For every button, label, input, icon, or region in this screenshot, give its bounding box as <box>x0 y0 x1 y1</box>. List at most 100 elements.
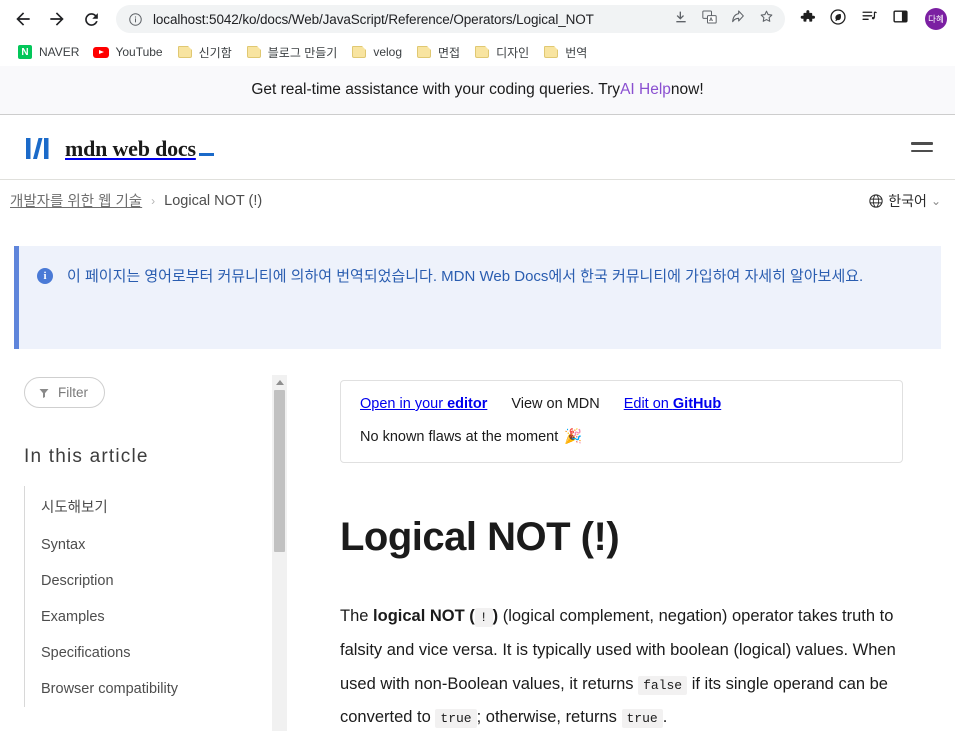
folder-icon <box>177 44 193 60</box>
forward-button[interactable] <box>42 4 72 34</box>
bookmark-item[interactable]: YouTube <box>86 41 169 63</box>
toc-item[interactable]: Syntax <box>25 527 287 563</box>
ai-banner-text-after: now! <box>670 81 704 98</box>
breadcrumb-separator-icon: › <box>151 193 156 208</box>
globe-icon <box>868 193 884 209</box>
address-bar[interactable]: localhost:5042/ko/docs/Web/JavaScript/Re… <box>116 5 785 33</box>
info-circle-icon[interactable] <box>128 12 143 27</box>
inline-code: false <box>638 675 688 695</box>
page-viewport: Get real-time assistance with your codin… <box>0 66 955 732</box>
translate-icon[interactable] <box>701 9 718 30</box>
filter-label: Filter <box>58 385 88 400</box>
breadcrumb: 개발자를 위한 웹 기술 › Logical NOT (!) 한국어 ⌄ <box>0 180 955 221</box>
omnibox-action-icons <box>673 8 775 30</box>
back-arrow-icon <box>16 12 30 26</box>
bookmark-label: NAVER <box>39 45 80 59</box>
bookmark-label: 번역 <box>565 45 588 60</box>
edit-on-strong: GitHub <box>672 396 722 412</box>
inline-code: ! <box>474 608 493 627</box>
naver-icon: N <box>17 44 33 60</box>
toc-item[interactable]: Specifications <box>25 635 287 671</box>
page-title: Logical NOT (!) <box>340 515 620 559</box>
scroll-up-arrow-icon[interactable] <box>272 375 287 390</box>
reload-button[interactable] <box>76 4 106 34</box>
share-icon[interactable] <box>730 9 746 30</box>
leaf-shield-icon[interactable] <box>829 8 847 31</box>
inline-code: true <box>621 709 663 729</box>
edit-on-prefix: Edit on <box>623 396 673 412</box>
folder-icon <box>474 44 490 60</box>
scrollbar-thumb[interactable] <box>274 390 285 552</box>
language-label: 한국어 <box>888 192 927 209</box>
puzzle-extension-icon[interactable] <box>799 8 816 30</box>
mdn-site-header: mdn web docs <box>0 115 955 180</box>
folder-icon <box>543 44 559 60</box>
folder-icon <box>351 44 367 60</box>
toolbox-links-row: Open in your editor View on MDN Edit on … <box>360 396 883 412</box>
bookmark-label: 신기함 <box>198 45 232 60</box>
document-toolbox: Open in your editor View on MDN Edit on … <box>340 380 903 463</box>
open-editor-strong: editor <box>447 396 488 412</box>
youtube-icon <box>93 44 110 60</box>
bookmark-star-icon[interactable] <box>758 8 775 30</box>
para-text: ; otherwise, returns <box>476 708 622 727</box>
chevron-down-icon: ⌄ <box>930 193 941 208</box>
content-columns: Filter In this article 시도해보기 Syntax Desc… <box>0 375 955 732</box>
download-icon[interactable] <box>673 9 689 30</box>
toc-item[interactable]: Browser compatibility <box>25 671 287 707</box>
folder-icon <box>246 44 262 60</box>
bookmark-label: YouTube <box>115 45 163 59</box>
mdn-logo-text-wrap: mdn web docs <box>65 138 214 160</box>
folder-icon <box>416 44 432 60</box>
back-button[interactable] <box>8 4 38 34</box>
ai-help-link[interactable]: AI Help <box>620 81 671 99</box>
article-main: Open in your editor View on MDN Edit on … <box>287 377 955 732</box>
translation-notice-text: 이 페이지는 영어로부터 커뮤니티에 의하여 번역되었습니다. MDN Web … <box>67 268 864 285</box>
bookmark-item[interactable]: 면접 <box>409 41 467 64</box>
para-text: . <box>662 708 668 727</box>
flaws-status-text: No known flaws at the moment <box>360 428 559 445</box>
browser-chrome: localhost:5042/ko/docs/Web/JavaScript/Re… <box>0 0 955 66</box>
language-switcher[interactable]: 한국어 ⌄ <box>868 191 941 211</box>
hamburger-menu-icon[interactable] <box>911 142 933 152</box>
ai-help-banner: Get real-time assistance with your codin… <box>0 66 955 115</box>
bookmark-item[interactable]: velog <box>344 41 409 63</box>
avatar[interactable]: 다혜 <box>925 8 947 30</box>
bookmark-item[interactable]: N NAVER <box>10 41 86 63</box>
playlist-music-icon[interactable] <box>860 8 879 30</box>
view-on-mdn-link[interactable]: View on MDN <box>511 396 599 412</box>
inline-code: true <box>435 709 477 729</box>
mdn-m-logo-icon <box>26 138 49 159</box>
article-intro-paragraph: The logical NOT (!) (logical complement,… <box>340 600 902 732</box>
bookmark-item[interactable]: 디자인 <box>467 41 536 64</box>
mdn-logo-underscore <box>198 153 214 156</box>
bookmarks-bar: N NAVER YouTube 신기함 블로그 만들기 velog 면접 디자인 <box>0 38 955 66</box>
open-in-editor-link[interactable]: Open in your editor <box>360 396 487 412</box>
edit-on-github-link[interactable]: Edit on GitHub <box>624 396 722 412</box>
bookmark-label: velog <box>373 45 402 59</box>
toc-item[interactable]: Examples <box>25 599 287 635</box>
sidepanel-icon[interactable] <box>892 8 909 30</box>
translation-notice: i 이 페이지는 영어로부터 커뮤니티에 의하여 번역되었습니다. MDN We… <box>14 246 941 349</box>
url-text[interactable]: localhost:5042/ko/docs/Web/JavaScript/Re… <box>153 12 665 27</box>
toc-item[interactable]: Description <box>25 563 287 599</box>
forward-arrow-icon <box>50 12 64 26</box>
in-this-article-heading: In this article <box>24 446 149 467</box>
bookmark-label: 블로그 만들기 <box>267 45 338 60</box>
funnel-icon <box>39 388 49 398</box>
ai-banner-text-before: Get real-time assistance with your codin… <box>251 81 621 98</box>
breadcrumb-parent-link[interactable]: 개발자를 위한 웹 기술 <box>10 190 142 211</box>
browser-toolbar: localhost:5042/ko/docs/Web/JavaScript/Re… <box>0 0 955 38</box>
sidebar-scrollbar[interactable] <box>272 375 287 731</box>
bookmark-item[interactable]: 번역 <box>536 41 594 64</box>
filter-button[interactable]: Filter <box>24 377 105 408</box>
mdn-logo-link[interactable]: mdn web docs <box>22 134 214 160</box>
extension-icons: 다혜 <box>789 8 947 31</box>
toc-item[interactable]: 시도해보기 <box>25 486 287 527</box>
bookmark-item[interactable]: 블로그 만들기 <box>239 41 345 64</box>
para-text: The <box>340 607 374 625</box>
article-sidebar: Filter In this article 시도해보기 Syntax Desc… <box>0 375 287 732</box>
bookmark-item[interactable]: 신기함 <box>170 41 239 64</box>
open-editor-prefix: Open in your <box>360 396 448 412</box>
breadcrumb-current: Logical NOT (!) <box>164 192 263 209</box>
